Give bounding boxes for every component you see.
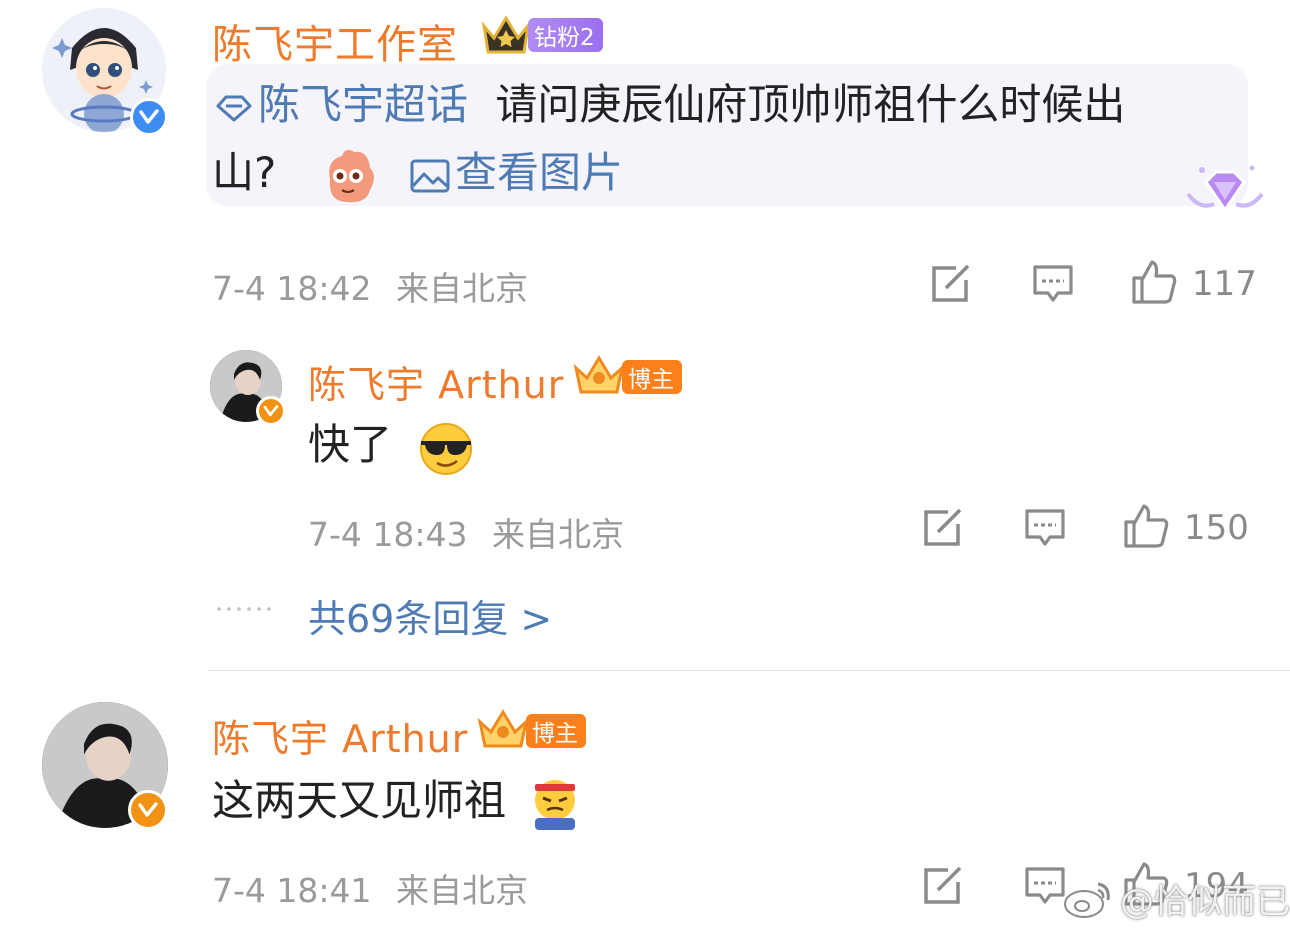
comment-meta: 7-4 18:42 来自北京	[212, 262, 528, 310]
comment-text-cont: 山?	[212, 148, 277, 197]
reply-meta: 7-4 18:43 来自北京	[308, 508, 624, 556]
super-topic-icon	[214, 93, 254, 123]
verified-gold-icon	[256, 396, 286, 426]
comment-icon[interactable]	[1024, 866, 1066, 906]
fan-level-badge: 钻粉2	[528, 18, 603, 52]
reply-text-content: 快了	[308, 420, 393, 469]
watermark: @恰似而已	[1062, 874, 1290, 923]
super-topic-link[interactable]: 陈飞宇超话	[258, 80, 468, 129]
author-name[interactable]: 陈飞宇 Arthur	[308, 354, 564, 409]
comment-text-line2: 山? 查看图片	[212, 140, 623, 206]
sticker-emoji-icon	[320, 146, 378, 206]
comment-text: 这两天又见师祖	[212, 768, 581, 834]
like-count: 117	[1192, 264, 1257, 304]
comment-text: 请问庚辰仙府顶帅师祖什么时候出	[495, 80, 1126, 129]
verified-blue-icon	[130, 98, 168, 136]
blogger-badge: 博主	[622, 360, 682, 394]
like-icon[interactable]	[1122, 502, 1170, 550]
crown-icon	[480, 12, 532, 58]
comment-meta: 7-4 18:41 来自北京	[212, 864, 528, 912]
timestamp: 7-4 18:42	[212, 269, 372, 308]
comment-icon[interactable]	[1024, 508, 1066, 548]
image-icon[interactable]	[409, 158, 451, 194]
share-icon[interactable]	[922, 508, 964, 548]
determined-emoji-icon	[529, 776, 581, 832]
comment-text-line1: 陈飞宇超话 请问庚辰仙府顶帅师祖什么时候出	[214, 72, 1125, 138]
reply-text: 快了	[308, 412, 475, 478]
blogger-crown-icon	[572, 352, 626, 398]
author-name[interactable]: 陈飞宇 Arthur	[212, 708, 468, 763]
location: 来自北京	[396, 871, 528, 910]
like-icon[interactable]	[1130, 258, 1178, 306]
more-replies-link[interactable]: 共69条回复 >	[308, 588, 552, 643]
verified-gold-icon	[128, 790, 168, 830]
timestamp: 7-4 18:41	[212, 871, 372, 910]
comment-icon[interactable]	[1032, 264, 1074, 304]
blogger-badge: 博主	[526, 714, 586, 748]
share-icon[interactable]	[930, 264, 972, 304]
watermark-text: @恰似而已	[1120, 882, 1290, 922]
location: 来自北京	[396, 269, 528, 308]
weibo-logo-icon	[1062, 878, 1114, 920]
view-image-link[interactable]: 查看图片	[455, 148, 623, 197]
timestamp: 7-4 18:43	[308, 515, 468, 554]
ellipsis-icon	[216, 606, 276, 612]
location: 来自北京	[492, 515, 624, 554]
sunglasses-emoji-icon	[417, 421, 475, 475]
diamond-decoration-icon	[1184, 160, 1266, 224]
author-name[interactable]: 陈飞宇工作室	[212, 12, 458, 70]
comment-text-content: 这两天又见师祖	[212, 776, 507, 825]
share-icon[interactable]	[922, 866, 964, 906]
divider	[208, 670, 1290, 671]
blogger-crown-icon	[476, 706, 530, 752]
like-count: 150	[1184, 508, 1249, 548]
